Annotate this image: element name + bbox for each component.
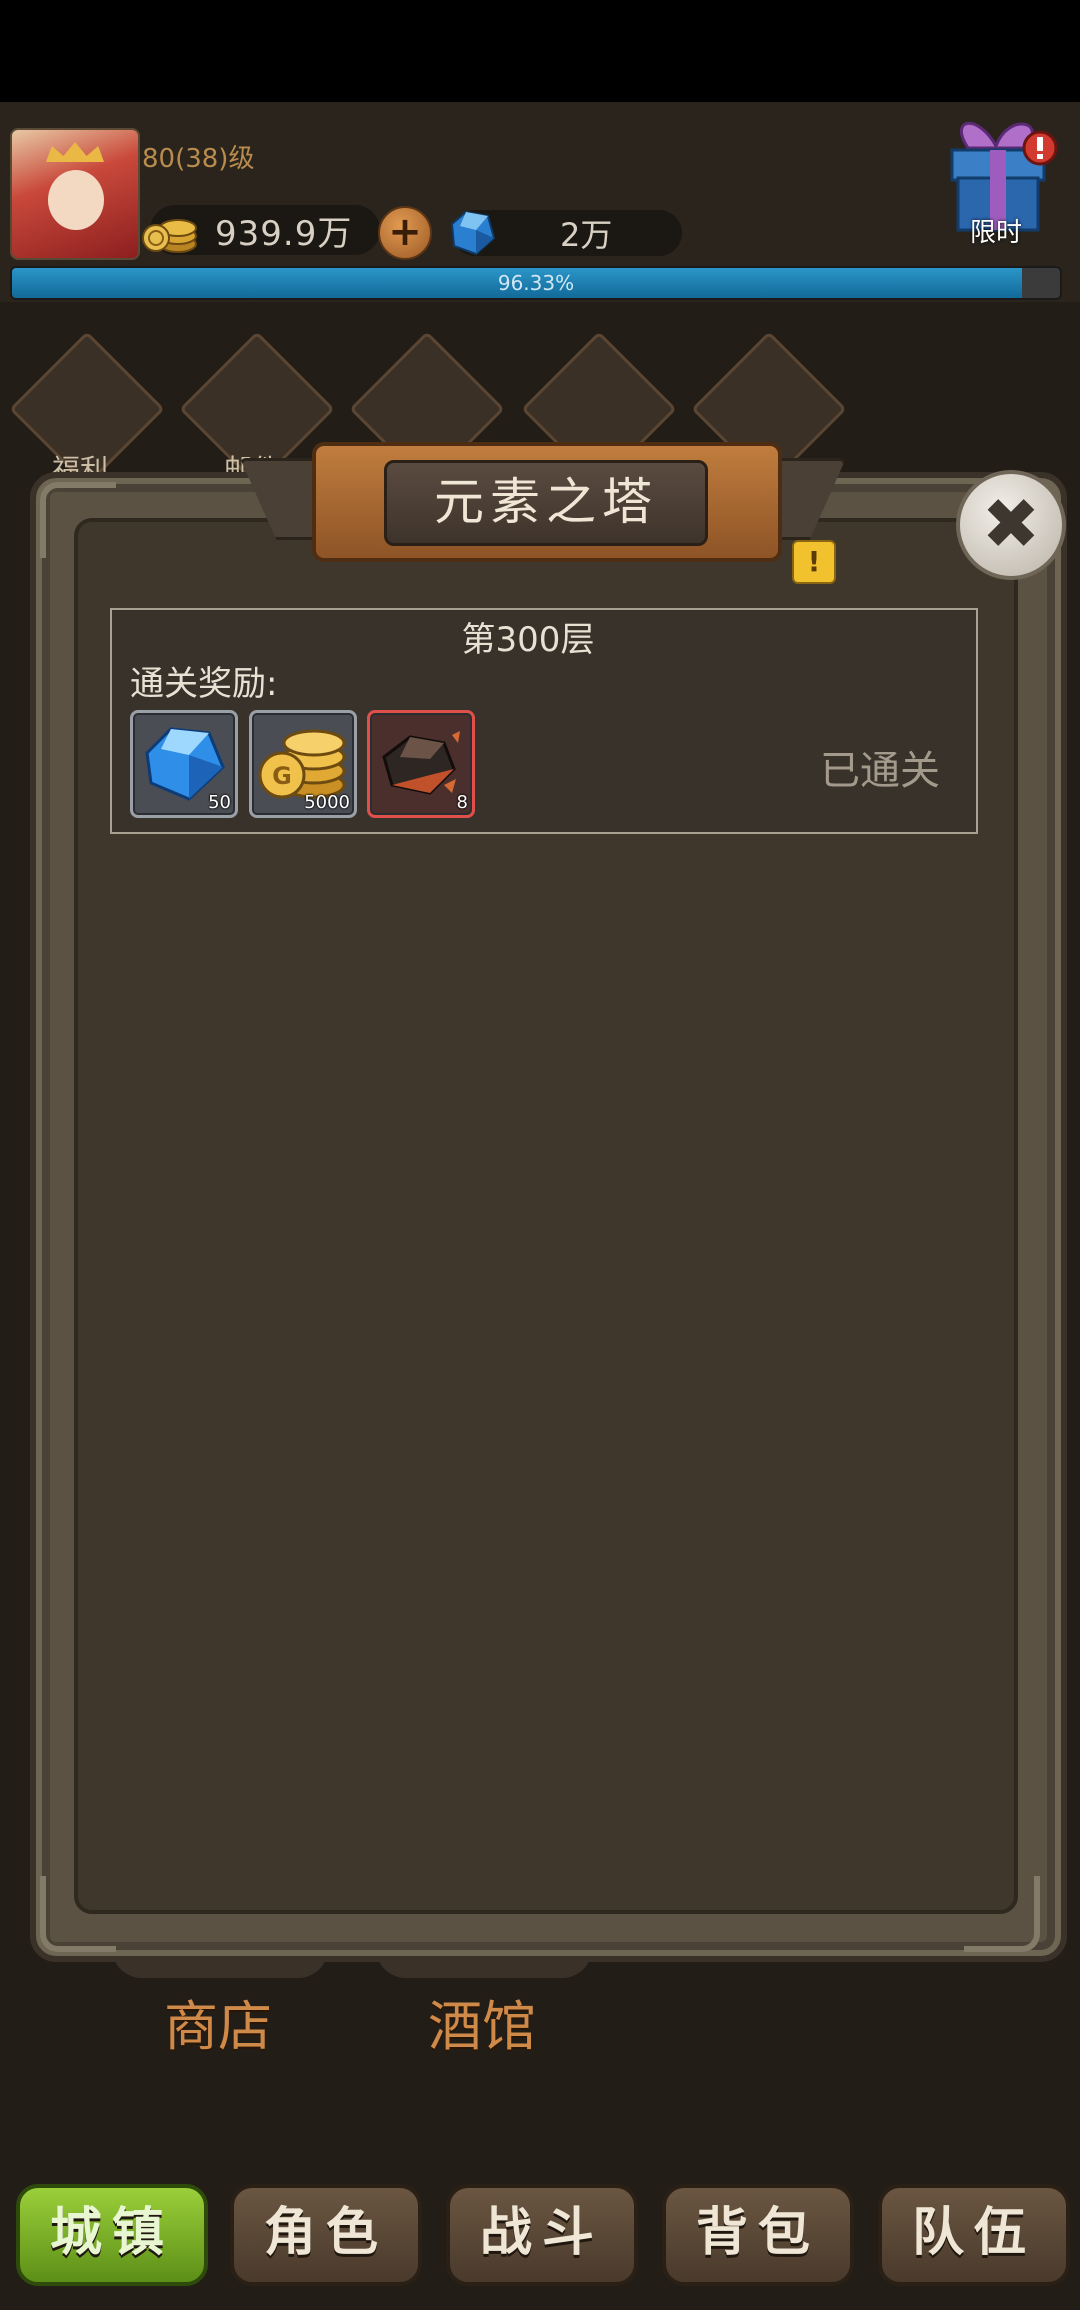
blue-gem-icon	[450, 210, 496, 256]
nav-character-button[interactable]: 角色	[230, 2184, 422, 2286]
gold-amount: 939.9万	[215, 214, 353, 254]
player-avatar[interactable]	[10, 128, 140, 260]
reward-quantity: 50	[208, 792, 231, 813]
status-bar	[0, 0, 1080, 102]
svg-text:G: G	[272, 762, 292, 790]
reward-quantity: 5000	[304, 792, 350, 813]
gem-amount: 2万	[560, 216, 613, 254]
reward-item-gem[interactable]: 50	[130, 710, 238, 818]
reward-quantity: 8	[456, 792, 468, 813]
limited-event-label: 限时	[970, 218, 1023, 248]
cleared-status: 已通关	[820, 748, 940, 794]
exp-progress-label: 96.33%	[497, 271, 575, 295]
player-level: 80(38)级	[142, 144, 255, 174]
reward-label: 通关奖励:	[130, 664, 278, 704]
crown-icon	[46, 142, 104, 162]
reward-item-gold[interactable]: G 5000	[249, 710, 357, 818]
shop-label[interactable]: 商店	[164, 1982, 272, 2061]
tavern-label[interactable]: 酒馆	[428, 1982, 536, 2061]
face-icon	[48, 170, 104, 230]
exp-progress-bar: 96.33%	[10, 266, 1062, 300]
nav-team-button[interactable]: 队伍	[878, 2184, 1070, 2286]
nav-bag-button[interactable]: 背包	[662, 2184, 854, 2286]
gold-coin-icon	[142, 219, 197, 253]
reward-item-ore[interactable]: 8	[367, 710, 475, 818]
floor-title: 第300层	[461, 620, 595, 660]
nav-town-button[interactable]: 城镇	[16, 2184, 208, 2286]
nav-battle-button[interactable]: 战斗	[446, 2184, 638, 2286]
add-gold-button[interactable]: +	[378, 206, 432, 260]
info-button[interactable]: !	[792, 540, 836, 584]
close-button[interactable]: ✖	[956, 470, 1066, 580]
dialog-title: 元素之塔	[434, 473, 658, 531]
